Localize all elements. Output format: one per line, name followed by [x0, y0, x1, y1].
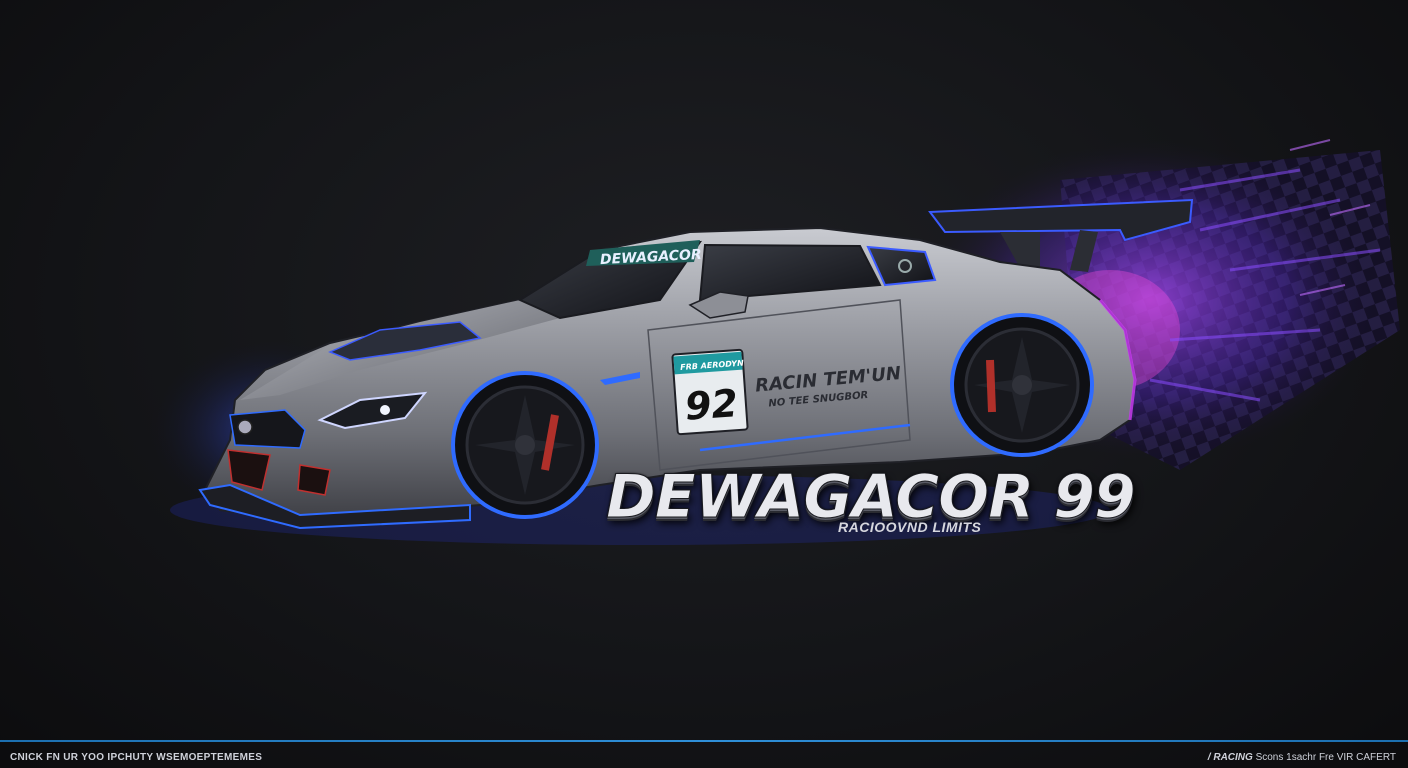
car-illustration: DEWAGACOR FRB AERODYN 92 RACIN TEM'UN NO… [150, 139, 1400, 545]
footer-right: / RACING Scons 1sachr Fre VIR CAFERT [1208, 752, 1396, 763]
rear-wheel [950, 313, 1094, 457]
footer-right-text: Scons 1sachr Fre VIR CAFERT [1255, 752, 1396, 763]
footer-divider [0, 740, 1408, 742]
footer-left-text: CNICK FN UR YOO IPCHUTY WSEMOEPTEMEMES [10, 752, 263, 763]
race-number-plate: FRB AERODYN 92 [671, 348, 749, 436]
race-number: 92 [683, 381, 739, 429]
brand-tagline: RACIOOVND LIMITS [838, 519, 982, 535]
front-wheel [451, 371, 599, 519]
footer-right-bold: / RACING [1207, 752, 1253, 763]
